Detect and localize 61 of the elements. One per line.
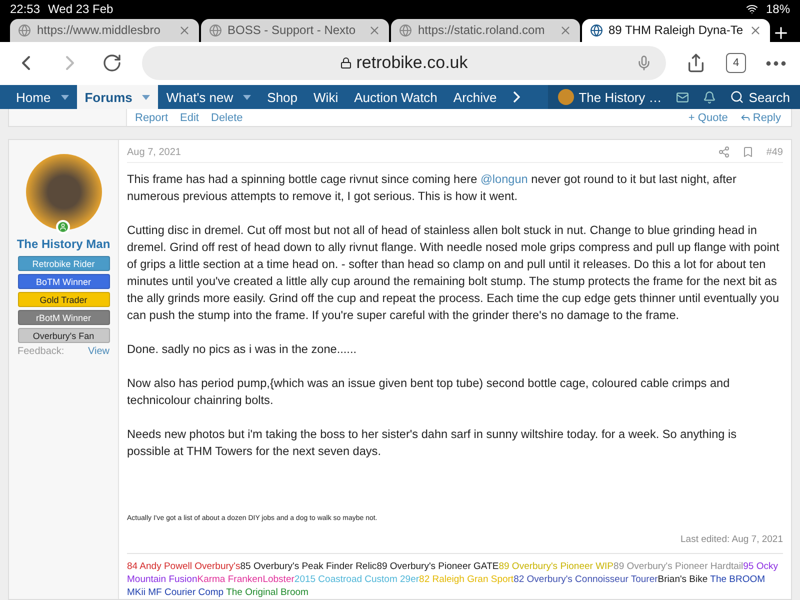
browser-tab[interactable]: https://static.roland.com — [391, 18, 580, 42]
search-button[interactable]: Search — [730, 90, 790, 105]
post-paragraph: This frame has had a spinning bottle cage rivnut since coming here @longun never got round to it but last night, after numerous previous attempts to remove it, I got serious. This is how it went. — [127, 171, 738, 205]
bookmark-icon — [742, 146, 754, 158]
close-icon — [749, 24, 762, 37]
globe-icon — [18, 24, 31, 37]
post-paragraph: Needs new photos but i'm taking the boss to her sister's dahn sarf in sunny wiltshire today. for a week. So anything is possible at THM Towers for the next seven days. — [127, 426, 738, 460]
share-icon — [686, 53, 706, 74]
quote-link[interactable]: + Quote — [688, 112, 728, 124]
chevron-right-icon[interactable] — [512, 91, 520, 104]
last-edited: Last edited: Aug 7, 2021 — [680, 534, 783, 545]
bell-icon — [702, 90, 716, 104]
online-indicator-icon — [56, 220, 70, 234]
reply-icon — [740, 112, 751, 123]
microphone-icon — [636, 55, 652, 72]
user-menu[interactable]: The History … — [558, 89, 662, 106]
user-title-badge: Overbury's Fan — [18, 328, 110, 343]
globe-icon — [208, 24, 222, 37]
mention-link[interactable]: @longun — [480, 171, 528, 188]
nav-tab[interactable]: Auction Watch — [346, 85, 446, 109]
post-paragraph: Cutting disc in dremel. Cut off most but not all of head of stainless allen bolt stuck in nut. Change to blue grinding head in dremel. Grind off rest of head down to ally rivnut flange. With needle nosed mole grips compress and pull up flange with point of grips a little section at a time head on. - softer than head so clamp on and pull until it releases. Do this a lot for about ten minutes until you've created a little ally cup around the remaining bolt stump. The stump protects the frame for the next bit as the ally grinds more easily. Grind off the cup and repeat the process. Each time the cup edge gets thinner until eventually you can push the stump into the frame. If you're super careful with the grinder there's no damage to the frame. — [127, 222, 780, 324]
author-name[interactable]: The History Man — [16, 237, 110, 251]
nav-tab[interactable]: Archive — [445, 85, 505, 109]
browser-tab[interactable]: BOSS - Support - Nexto — [200, 18, 389, 42]
post-paragraph: Done. sadly no pics as i was in the zone...... — [127, 341, 358, 358]
feedback-link[interactable]: View — [88, 346, 110, 357]
nav-tab[interactable]: Wiki — [306, 85, 346, 109]
mail-icon — [676, 90, 689, 104]
nav-tab[interactable]: Shop — [259, 85, 306, 109]
address-field[interactable]: retrobike.co.uk — [142, 46, 666, 80]
post-paragraph: Now also has period pump,{which was an issue given bent top tube) second bottle cage, coloured cable crimps and technicolour chainring bolts. — [127, 375, 731, 409]
post-action-link[interactable]: Edit — [180, 112, 199, 124]
tab-count[interactable]: 4 — [726, 53, 746, 74]
globe-icon — [399, 24, 412, 37]
more-icon[interactable] — [766, 60, 786, 66]
user-title-badge: Gold Trader — [18, 292, 110, 307]
user-title-badge: rBotM Winner — [18, 310, 110, 325]
close-icon — [558, 24, 572, 37]
avatar-icon — [558, 89, 574, 106]
feedback-label: Feedback: — [18, 346, 64, 357]
share-icon — [718, 146, 730, 158]
close-icon — [178, 24, 190, 37]
clock-time: 22:53 — [10, 2, 40, 16]
post-date: Aug 7, 2021 — [127, 146, 181, 158]
status-date: Wed 23 Feb — [48, 2, 114, 16]
search-icon — [730, 90, 744, 104]
nav-tab[interactable]: What's new — [158, 85, 260, 109]
signature-text: 84 Andy Powell Overbury's85 Overbury's Peak Finder Relic89 Overbury's Pioneer GATE89 Overbury's Pioneer WIP89 Overbury's Pioneer Hardtail95 Ocky Mountain FusionKarma FrankenLobster2015 Coastroad Custom 29er82 Raleigh Gran Sport82 Overbury's Connoisseur TourerBrian's Bike The BROOM MKii MF Courier Comp The Original Broom — [127, 553, 783, 599]
reload-icon — [102, 53, 122, 74]
user-title-badge: BoTM Winner — [18, 274, 110, 289]
browser-tab[interactable]: https://www.middlesbro — [10, 18, 198, 42]
nav-tab[interactable]: Home — [8, 85, 77, 109]
user-title-badge: Retrobike Rider — [18, 256, 110, 271]
browser-tab[interactable]: 89 THM Raleigh Dyna-Te — [582, 18, 770, 42]
post-action-link[interactable]: Delete — [211, 112, 243, 124]
nav-tab[interactable]: Forums — [76, 85, 158, 109]
lock-icon — [340, 57, 352, 70]
battery-percent: 18% — [766, 2, 790, 16]
post-action-link[interactable]: Report — [135, 112, 168, 124]
close-icon — [368, 24, 381, 37]
reply-link[interactable]: Reply — [740, 112, 781, 124]
